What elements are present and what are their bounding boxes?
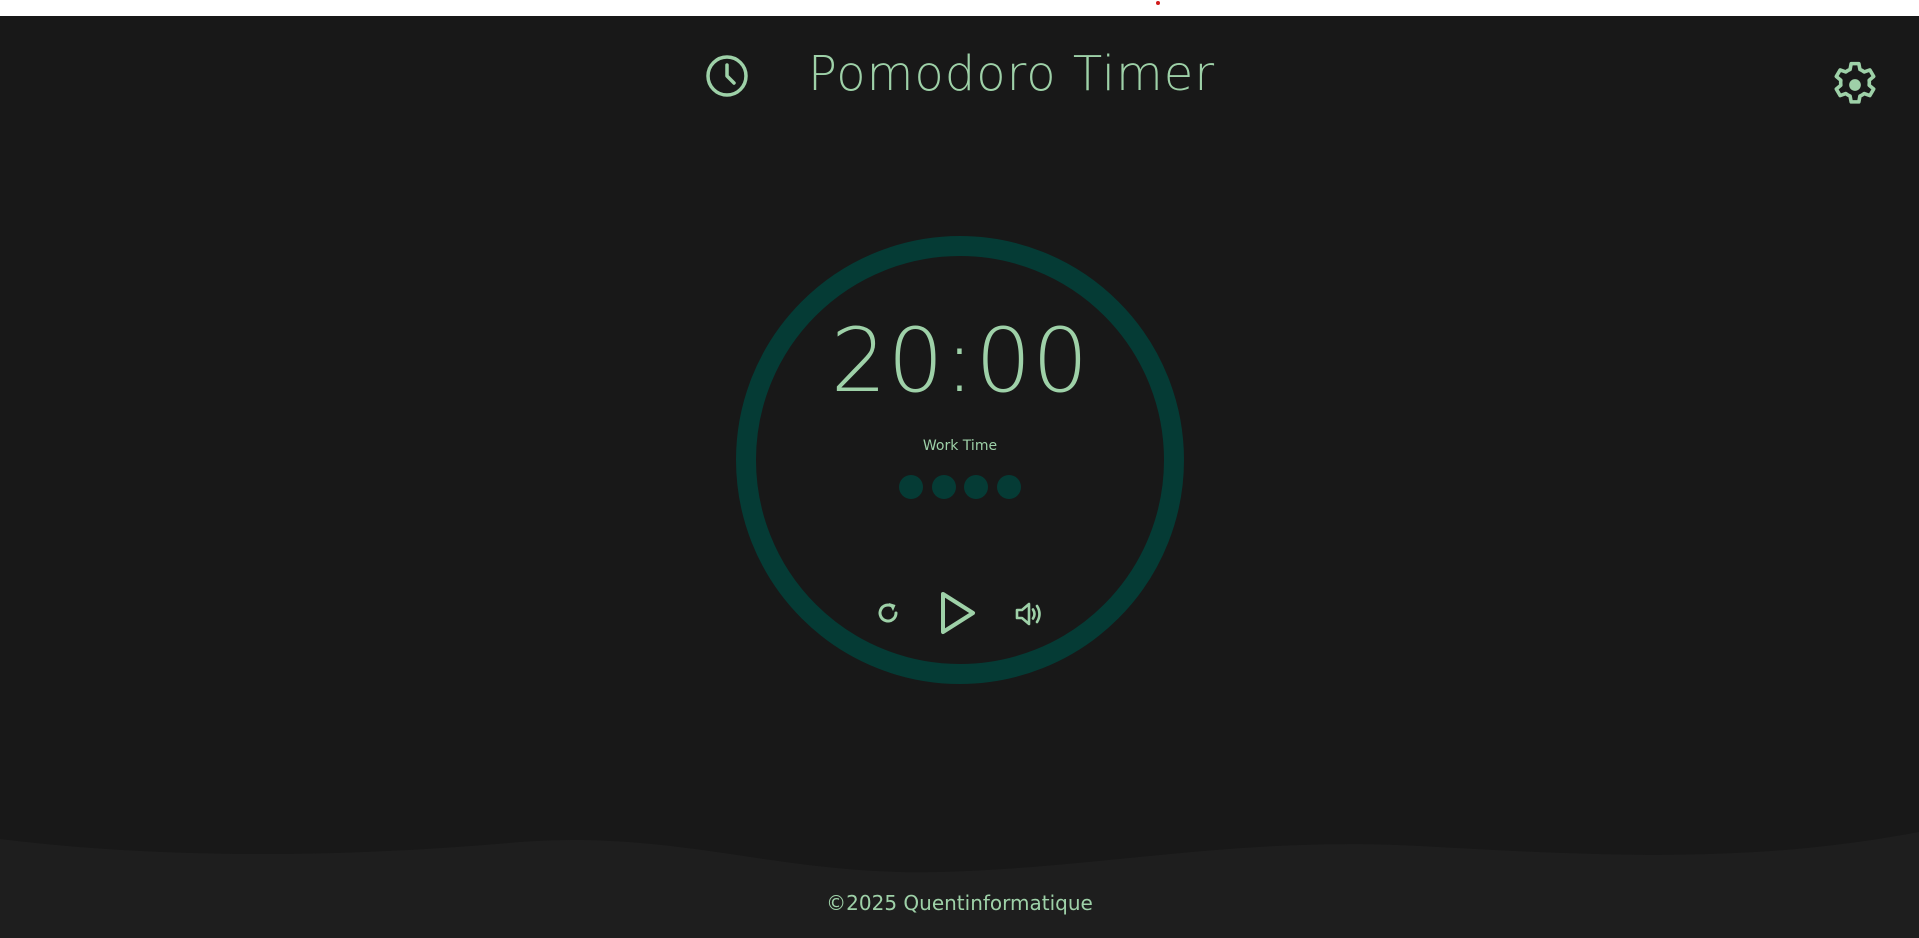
settings-button[interactable] bbox=[1826, 56, 1884, 114]
session-dot bbox=[899, 475, 923, 499]
play-icon bbox=[941, 592, 975, 634]
timer-ring: 20:00 Work Time bbox=[735, 235, 1185, 685]
session-dot bbox=[931, 475, 956, 499]
reset-icon bbox=[878, 603, 898, 623]
sound-button[interactable] bbox=[1013, 598, 1047, 632]
reset-button[interactable] bbox=[873, 598, 907, 632]
volume-icon bbox=[1015, 602, 1041, 626]
clock-icon bbox=[706, 55, 748, 97]
gear-icon bbox=[1834, 61, 1876, 104]
session-indicators bbox=[899, 475, 1021, 501]
page-title: Pomodoro Timer bbox=[808, 46, 1216, 102]
timer-controls bbox=[735, 590, 1185, 640]
session-dot bbox=[996, 475, 1021, 499]
red-indicator-dot bbox=[1156, 1, 1160, 5]
footer-wave bbox=[0, 832, 1919, 938]
session-label: Work Time bbox=[922, 438, 998, 454]
app-page: Pomodoro Timer 20:00 Work Time ©2025 Que… bbox=[0, 16, 1919, 938]
header: Pomodoro Timer bbox=[0, 16, 1919, 136]
footer-copyright: ©2025 Quentinformatique bbox=[826, 891, 1093, 915]
time-display: 20:00 bbox=[830, 309, 1090, 412]
history-button[interactable] bbox=[702, 51, 752, 101]
play-button[interactable] bbox=[938, 590, 984, 638]
session-dot bbox=[964, 475, 989, 499]
